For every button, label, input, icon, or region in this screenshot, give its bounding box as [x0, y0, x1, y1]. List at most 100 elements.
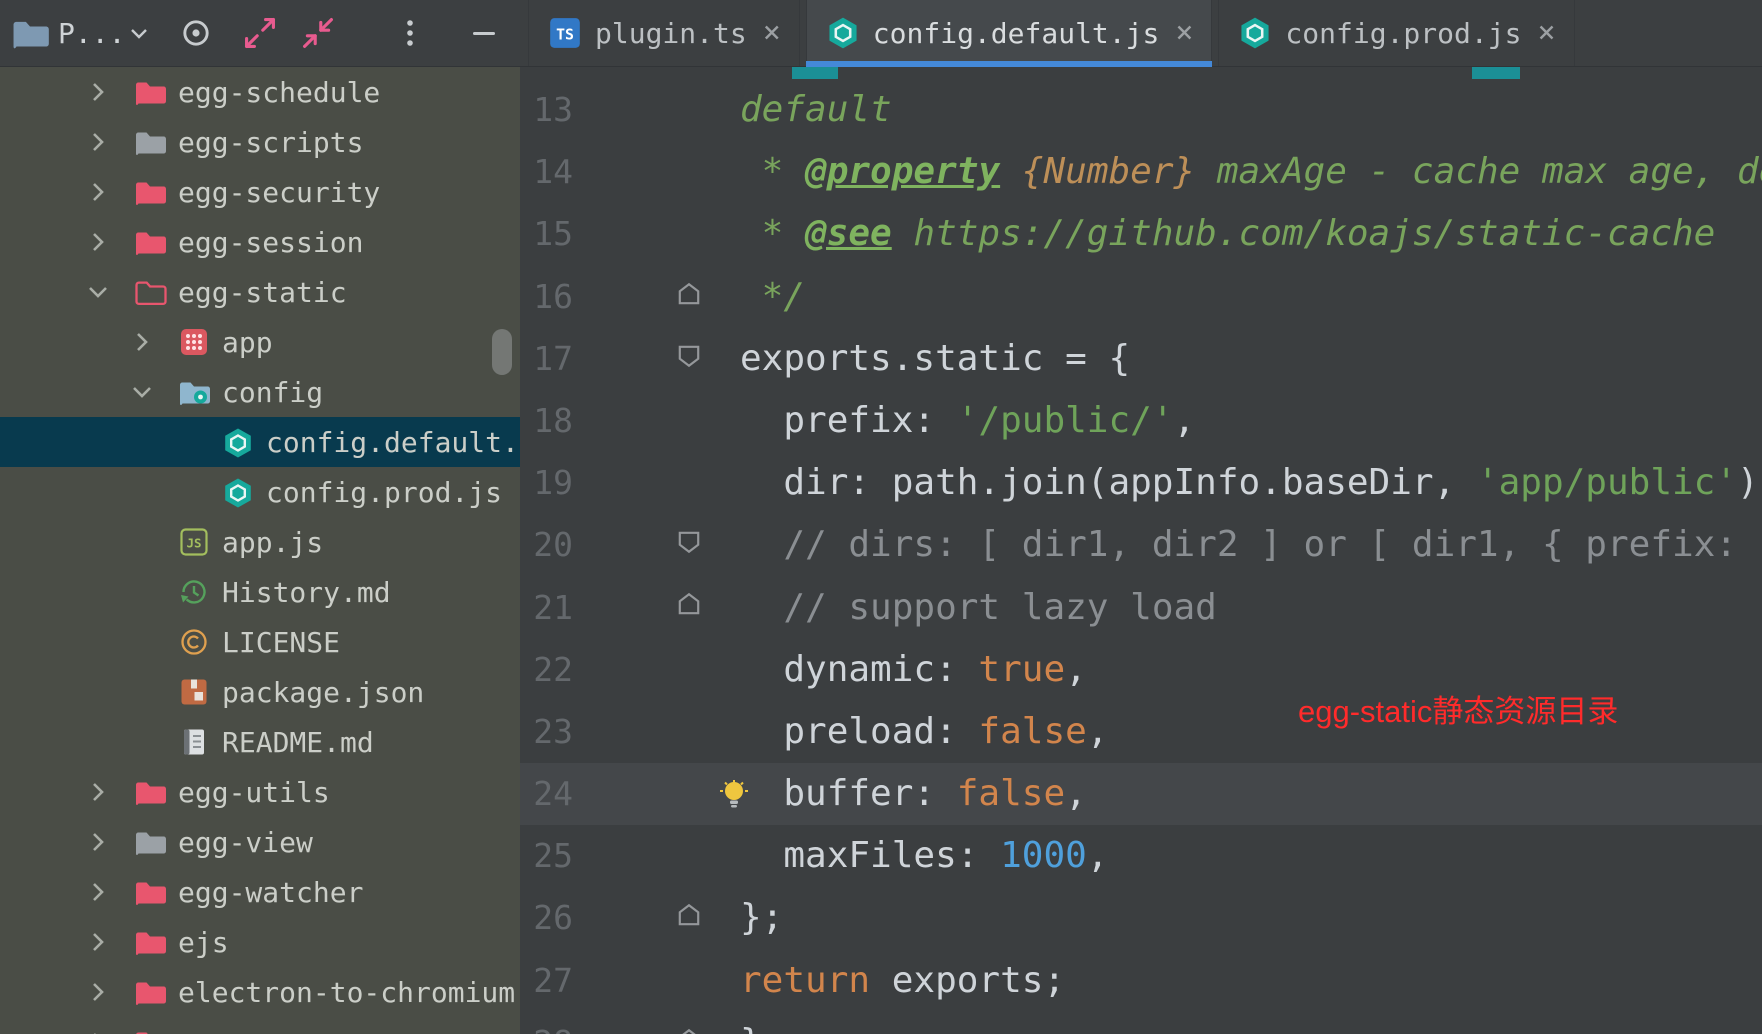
chevron-spacer [127, 727, 157, 757]
fold-marker-icon[interactable] [676, 529, 702, 555]
code-line-14[interactable]: 14 * @property {Number} maxAge - cache m… [520, 141, 1762, 203]
code-line-15[interactable]: 15 * @see https://github.com/koajs/stati… [520, 203, 1762, 265]
chevron-right-icon[interactable] [83, 877, 113, 907]
folder-pink-icon [133, 875, 167, 909]
folder-pink-icon [133, 775, 167, 809]
tree-item-package.json[interactable]: package.json [0, 667, 520, 717]
tree-item-label: History.md [222, 576, 391, 609]
line-number[interactable]: 13 [520, 79, 573, 141]
fold-marker-icon[interactable] [676, 902, 702, 928]
code-line-19[interactable]: 19 dir: path.join(appInfo.baseDir, 'app/… [520, 452, 1762, 514]
line-number[interactable]: 24 [520, 763, 573, 825]
line-number[interactable]: 27 [520, 950, 573, 1012]
chevron-right-icon[interactable] [83, 777, 113, 807]
line-number[interactable]: 20 [520, 514, 573, 576]
tree-item-label: README.md [222, 726, 374, 759]
code-line-26[interactable]: 26}; [520, 887, 1762, 949]
line-number[interactable]: 17 [520, 328, 573, 390]
line-number[interactable]: 19 [520, 452, 573, 514]
code-line-13[interactable]: 13default [520, 79, 1762, 141]
tab-close-icon[interactable]: × [763, 18, 781, 48]
code-line-18[interactable]: 18 prefix: '/public/', [520, 390, 1762, 452]
code-text: * @property {Number} maxAge - cache max … [740, 141, 1762, 203]
line-number[interactable]: 15 [520, 203, 573, 265]
chevron-down-icon[interactable] [127, 21, 151, 45]
tree-item-label: config.default.js [266, 426, 520, 459]
tree-item-electron-to-chromium[interactable]: electron-to-chromium [0, 967, 520, 1017]
locate-file-icon[interactable] [177, 14, 215, 52]
tree-item-label: package.json [222, 676, 424, 709]
chevron-right-icon[interactable] [83, 227, 113, 257]
tree-item-ejs[interactable]: ejs [0, 917, 520, 967]
tree-item-egg-static[interactable]: egg-static [0, 267, 520, 317]
code-line-21[interactable]: 21 // support lazy load [520, 577, 1762, 639]
chevron-right-icon[interactable] [83, 827, 113, 857]
code-line-16[interactable]: 16 */ [520, 266, 1762, 328]
code-line-17[interactable]: 17exports.static = { [520, 328, 1762, 390]
code-line-27[interactable]: 27return exports; [520, 950, 1762, 1012]
line-number[interactable]: 14 [520, 141, 573, 203]
code-line-24[interactable]: 24 buffer: false, [520, 763, 1762, 825]
sidebar-scrollbar-thumb[interactable] [492, 329, 512, 375]
chevron-right-icon[interactable] [127, 327, 157, 357]
tree-item-egg-watcher[interactable]: egg-watcher [0, 867, 520, 917]
tree-item-config.prod.js[interactable]: config.prod.js [0, 467, 520, 517]
project-folder-icon[interactable] [10, 13, 50, 53]
code-line-20[interactable]: 20 // dirs: [ dir1, dir2 ] or [ dir1, { … [520, 514, 1762, 576]
app-module-icon [177, 325, 211, 359]
tab-close-icon[interactable]: × [1537, 18, 1555, 48]
chevron-down-icon[interactable] [83, 277, 113, 307]
chevron-right-icon[interactable] [83, 127, 113, 157]
chevron-right-icon[interactable] [83, 1027, 113, 1034]
tree-item-config.default.js[interactable]: config.default.js [0, 417, 520, 467]
fold-marker-icon[interactable] [676, 591, 702, 617]
project-selector[interactable]: P... [58, 17, 125, 50]
tree-item-egg-session[interactable]: egg-session [0, 217, 520, 267]
line-number[interactable]: 26 [520, 887, 573, 949]
tree-item-LICENSE[interactable]: LICENSE [0, 617, 520, 667]
code-line-25[interactable]: 25 maxFiles: 1000, [520, 825, 1762, 887]
tree-item-egg-security[interactable]: egg-security [0, 167, 520, 217]
tree-item-egg-scripts[interactable]: egg-scripts [0, 117, 520, 167]
tree-item-History.md[interactable]: History.md [0, 567, 520, 617]
line-number[interactable]: 18 [520, 390, 573, 452]
fold-marker-icon[interactable] [676, 281, 702, 307]
chevron-right-icon[interactable] [83, 977, 113, 1007]
tree-item-partial-19[interactable] [0, 1017, 520, 1034]
chevron-right-icon[interactable] [83, 77, 113, 107]
hide-panel-icon[interactable] [469, 18, 499, 48]
code-text: dir: path.join(appInfo.baseDir, 'app/pub… [740, 452, 1762, 514]
collapse-all-icon[interactable] [299, 14, 337, 52]
folder-pink-icon [133, 1025, 167, 1034]
line-number[interactable]: 28 [520, 1012, 573, 1034]
tab-close-icon[interactable]: × [1175, 18, 1193, 48]
line-number[interactable]: 22 [520, 639, 573, 701]
chevron-right-icon[interactable] [83, 927, 113, 957]
config-js-icon [221, 425, 255, 459]
tab-label: plugin.ts [595, 17, 747, 50]
tab-config.default.js[interactable]: config.default.js× [806, 0, 1213, 66]
tree-item-egg-schedule[interactable]: egg-schedule [0, 67, 520, 117]
tree-item-egg-utils[interactable]: egg-utils [0, 767, 520, 817]
expand-all-icon[interactable] [241, 14, 279, 52]
line-number[interactable]: 21 [520, 577, 573, 639]
code-text: maxFiles: 1000, [740, 825, 1108, 887]
tree-item-app.js[interactable]: JSapp.js [0, 517, 520, 567]
fold-marker-icon[interactable] [676, 343, 702, 369]
line-number[interactable]: 16 [520, 266, 573, 328]
tab-plugin.ts[interactable]: TSplugin.ts× [528, 0, 800, 66]
chevron-down-icon[interactable] [127, 377, 157, 407]
folder-gray-icon [133, 825, 167, 859]
chevron-right-icon[interactable] [83, 177, 113, 207]
tree-item-README.md[interactable]: README.md [0, 717, 520, 767]
tree-item-config[interactable]: config [0, 367, 520, 417]
fold-marker-icon[interactable] [676, 1027, 702, 1034]
line-number[interactable]: 23 [520, 701, 573, 763]
code-line-28[interactable]: 28}; [520, 1012, 1762, 1034]
tree-item-egg-view[interactable]: egg-view [0, 817, 520, 867]
tree-item-app[interactable]: app [0, 317, 520, 367]
line-number[interactable]: 25 [520, 825, 573, 887]
tab-config.prod.js[interactable]: config.prod.js× [1218, 0, 1574, 66]
project-tree: egg-scheduleegg-scriptsegg-securityegg-s… [0, 67, 520, 1034]
more-options-icon[interactable] [393, 16, 427, 50]
